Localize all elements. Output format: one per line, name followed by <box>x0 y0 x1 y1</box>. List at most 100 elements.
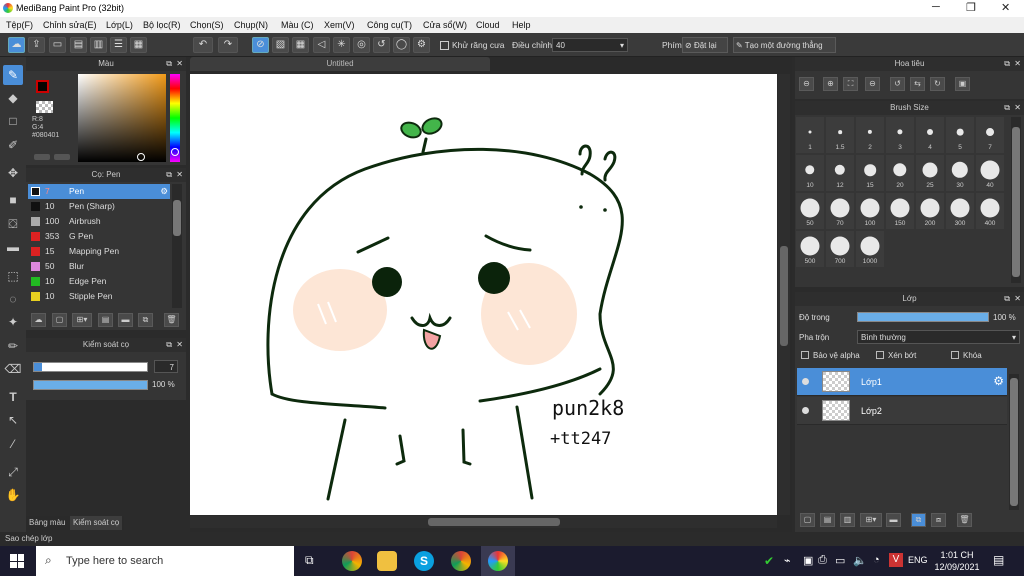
hue-cursor[interactable] <box>171 148 179 156</box>
brush-item[interactable]: 15 Mapping Pen <box>28 244 170 259</box>
menu-window[interactable]: Cửa sổ(W) <box>423 20 467 30</box>
vertical-scrollbar[interactable] <box>778 74 790 515</box>
skype-icon[interactable]: S <box>414 551 434 571</box>
chrome-profile-icon[interactable] <box>451 551 471 571</box>
brush-size-cell[interactable]: 7 <box>976 117 1004 153</box>
brush-size-cell[interactable]: 20 <box>886 155 914 191</box>
size-value[interactable]: 7 <box>154 360 178 373</box>
eraser-tool-icon[interactable]: ◆ <box>3 88 23 108</box>
panel-close-icon[interactable]: ✕ <box>1014 101 1021 115</box>
layer-row[interactable]: Lớp2 <box>797 397 1007 425</box>
alpha-lock-checkbox[interactable] <box>801 351 809 359</box>
no-selection-icon[interactable]: ⊘ <box>252 37 269 53</box>
new-halftone-layer-icon[interactable]: ▤ <box>820 513 835 527</box>
blend-select[interactable]: Bình thường ▾ <box>857 330 1020 344</box>
comment-icon[interactable]: ▭ <box>49 37 66 53</box>
rotate-right-icon[interactable]: ↻ <box>930 77 945 91</box>
camera-icon[interactable]: ▣ <box>803 554 813 567</box>
brush-size-cell[interactable]: 30 <box>946 155 974 191</box>
fill-shape-tool-icon[interactable]: ■ <box>3 190 23 210</box>
wifi-icon[interactable]: ◔ <box>873 554 880 566</box>
undo-icon[interactable]: ↶ <box>193 37 213 53</box>
panel-close-icon[interactable]: ✕ <box>1014 57 1021 71</box>
operation-tool-icon[interactable]: ↖ <box>3 410 23 430</box>
tab-palette[interactable]: Bảng màu <box>29 518 65 527</box>
clip-checkbox[interactable] <box>876 351 884 359</box>
brush-settings-gear-icon[interactable]: ⚙ <box>160 184 168 199</box>
menu-cloud[interactable]: Cloud <box>476 20 500 30</box>
panel-close-icon[interactable]: ✕ <box>1014 292 1021 306</box>
chrome-icon[interactable] <box>342 551 362 571</box>
menu-file[interactable]: Tệp(F) <box>6 20 33 30</box>
merge-layer-icon[interactable]: ⧈ <box>931 513 946 527</box>
panel-close-icon[interactable]: ✕ <box>176 57 183 71</box>
new-brush-icon[interactable]: ▢ <box>52 313 67 327</box>
brush-size-cell[interactable]: 25 <box>916 155 944 191</box>
brush-size-scrollbar[interactable] <box>1011 117 1021 283</box>
bucket-tool-icon[interactable]: ⛋ <box>3 214 23 234</box>
brush-size-cell[interactable]: 40 <box>976 155 1004 191</box>
menu-select[interactable]: Chọn(S) <box>190 20 224 30</box>
clock[interactable]: 1:01 CH 12/09/2021 <box>934 549 980 573</box>
drawing-canvas[interactable]: pun2k8 +tt247 <box>190 74 777 515</box>
settings-icon[interactable]: ⚙ <box>413 37 430 53</box>
vivaldi-icon[interactable]: V <box>889 553 903 567</box>
fit-icon[interactable]: ⛶ <box>843 77 858 91</box>
hand-tool-icon[interactable]: ✋ <box>3 485 23 505</box>
menu-view[interactable]: Xem(V) <box>324 20 355 30</box>
layer-row[interactable]: Lớp1 ⚙ <box>797 368 1007 396</box>
brush-size-cell[interactable]: 10 <box>796 155 824 191</box>
menu-help[interactable]: Help <box>512 20 531 30</box>
brush-size-cell[interactable]: 50 <box>796 193 824 229</box>
rectangle-tool-icon[interactable]: □ <box>3 111 23 131</box>
perspective-icon[interactable]: ◁ <box>313 37 330 53</box>
move-tool-icon[interactable]: ✥ <box>3 163 23 183</box>
brush-size-cell[interactable]: 150 <box>886 193 914 229</box>
lock-checkbox[interactable] <box>951 351 959 359</box>
battery-icon[interactable]: ▭ <box>835 554 845 567</box>
brush-size-cell[interactable]: 400 <box>976 193 1004 229</box>
popout-icon[interactable]: ⧉ <box>166 57 172 71</box>
add-brush-icon[interactable]: ⊞▾ <box>72 313 92 327</box>
brush-item[interactable]: 353 G Pen <box>28 229 170 244</box>
close-button[interactable]: ✕ <box>1001 1 1010 14</box>
zoom-reset-icon[interactable]: ⊖ <box>865 77 880 91</box>
brush-settings-icon[interactable]: ▤ <box>98 313 113 327</box>
popout-icon[interactable]: ⧉ <box>1004 101 1010 115</box>
brush-size-cell[interactable]: 4 <box>916 117 944 153</box>
circle-icon[interactable]: ◯ <box>393 37 410 53</box>
brush-size-cell[interactable]: 300 <box>946 193 974 229</box>
curve-icon[interactable]: ↺ <box>373 37 390 53</box>
menu-color[interactable]: Màu (C) <box>281 20 314 30</box>
maximize-button[interactable]: ❐ <box>966 1 976 14</box>
layer-visibility-icon[interactable] <box>802 378 809 385</box>
windows-start-icon[interactable] <box>10 554 24 568</box>
cloud-brush-icon[interactable]: ☁ <box>31 313 46 327</box>
brush-size-cell[interactable]: 70 <box>826 193 854 229</box>
brush-item[interactable]: 50 Blur <box>28 259 170 274</box>
grid-snap-icon[interactable]: ▦ <box>292 37 309 53</box>
divide-tool-icon[interactable]: ⁄ <box>3 434 23 454</box>
antialias-checkbox[interactable] <box>440 41 449 50</box>
brush-size-cell[interactable]: 5 <box>946 117 974 153</box>
task-view-icon[interactable]: ⧉ <box>305 553 314 568</box>
share-icon[interactable]: ▤ <box>70 37 87 53</box>
popout-icon[interactable]: ⧉ <box>1004 292 1010 306</box>
new-8bit-layer-icon[interactable]: ▥ <box>840 513 855 527</box>
hatch-icon[interactable]: ▧ <box>272 37 289 53</box>
brush-size-cell[interactable]: 2 <box>856 117 884 153</box>
text-tool-icon[interactable]: T <box>3 387 23 407</box>
reset-button[interactable]: ⊘ Đặt lại <box>682 37 728 53</box>
concentric-icon[interactable]: ◎ <box>353 37 370 53</box>
grid-icon[interactable]: ▦ <box>130 37 147 53</box>
brush-size-cell[interactable]: 500 <box>796 231 824 267</box>
select-eraser-tool-icon[interactable]: ⌫ <box>3 359 23 379</box>
page-icon[interactable]: ▥ <box>90 37 107 53</box>
eyedropper-tool-icon[interactable]: ⤢ <box>3 462 23 482</box>
layer-opacity-slider[interactable] <box>857 312 989 322</box>
straight-line-button[interactable]: ✎ Tạo một đường thẳng <box>733 37 836 53</box>
brush-size-cell[interactable]: 12 <box>826 155 854 191</box>
size-slider[interactable] <box>33 362 148 372</box>
folder-icon[interactable]: ▬ <box>118 313 133 327</box>
brush-item[interactable]: 10 Pen (Sharp) <box>28 199 170 214</box>
